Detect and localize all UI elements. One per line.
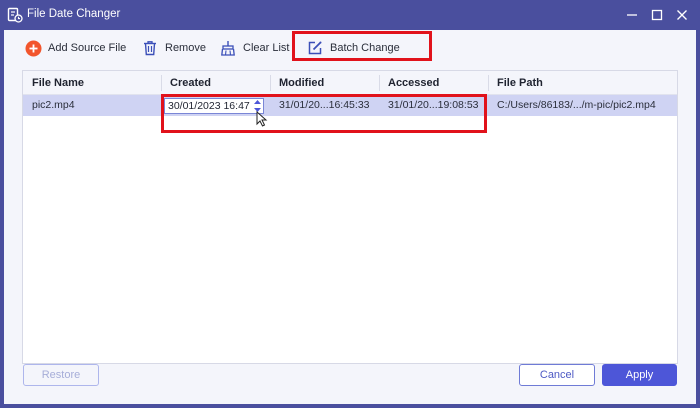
close-button[interactable] [672,6,692,24]
column-header-file-name[interactable]: File Name [23,71,161,95]
add-source-file-button[interactable]: Add Source File [24,37,126,59]
table-row[interactable]: pic2.mp4 31/01/20...16:45:33 31/01/20...… [23,95,677,116]
remove-label: Remove [165,42,206,54]
window-title: File Date Changer [27,8,121,20]
cell-accessed[interactable]: 31/01/20...19:08:53 [379,95,488,116]
table-header: File Name Created Modified Accessed File… [23,71,677,95]
file-date-icon [7,7,23,23]
created-date-value: 30/01/2023 16:47 [168,100,250,112]
clear-list-button[interactable]: Clear List [219,37,289,59]
created-date-editor[interactable]: 30/01/2023 16:47 [164,98,264,114]
edit-box-icon [306,39,324,57]
toolbar: Add Source File Remove Clear List Batch … [4,30,696,66]
title-bar: File Date Changer [0,0,700,30]
batch-change-button[interactable]: Batch Change [306,37,400,59]
plus-circle-icon [24,39,42,57]
cell-file-path: C:/Users/86183/.../m-pic/pic2.mp4 [497,99,656,111]
close-icon [677,10,687,20]
column-header-modified[interactable]: Modified [270,71,379,95]
cancel-button[interactable]: Cancel [519,364,595,386]
add-source-file-label: Add Source File [48,42,127,54]
client-area: Add Source File Remove Clear List Batch … [4,30,696,404]
clear-list-label: Clear List [243,42,290,54]
cell-modified[interactable]: 31/01/20...16:45:33 [270,95,379,116]
apply-button[interactable]: Apply [602,364,677,386]
file-table: File Name Created Modified Accessed File… [22,70,678,364]
remove-button[interactable]: Remove [141,37,206,59]
maximize-button[interactable] [647,6,667,24]
column-header-created[interactable]: Created [161,71,270,95]
restore-button[interactable]: Restore [23,364,99,386]
mouse-cursor-icon [256,111,268,127]
column-header-file-path[interactable]: File Path [488,71,677,95]
minimize-button[interactable] [622,6,642,24]
minimize-icon [627,14,637,16]
cell-file-name: pic2.mp4 [32,99,75,111]
bottom-bar: Restore Cancel Apply [4,344,696,404]
trash-icon [141,39,159,57]
maximize-icon [651,9,663,21]
column-header-accessed[interactable]: Accessed [379,71,488,95]
batch-change-label: Batch Change [330,42,400,54]
broom-icon [219,39,237,57]
app-window: File Date Changer Add Source File Remove… [0,0,700,408]
